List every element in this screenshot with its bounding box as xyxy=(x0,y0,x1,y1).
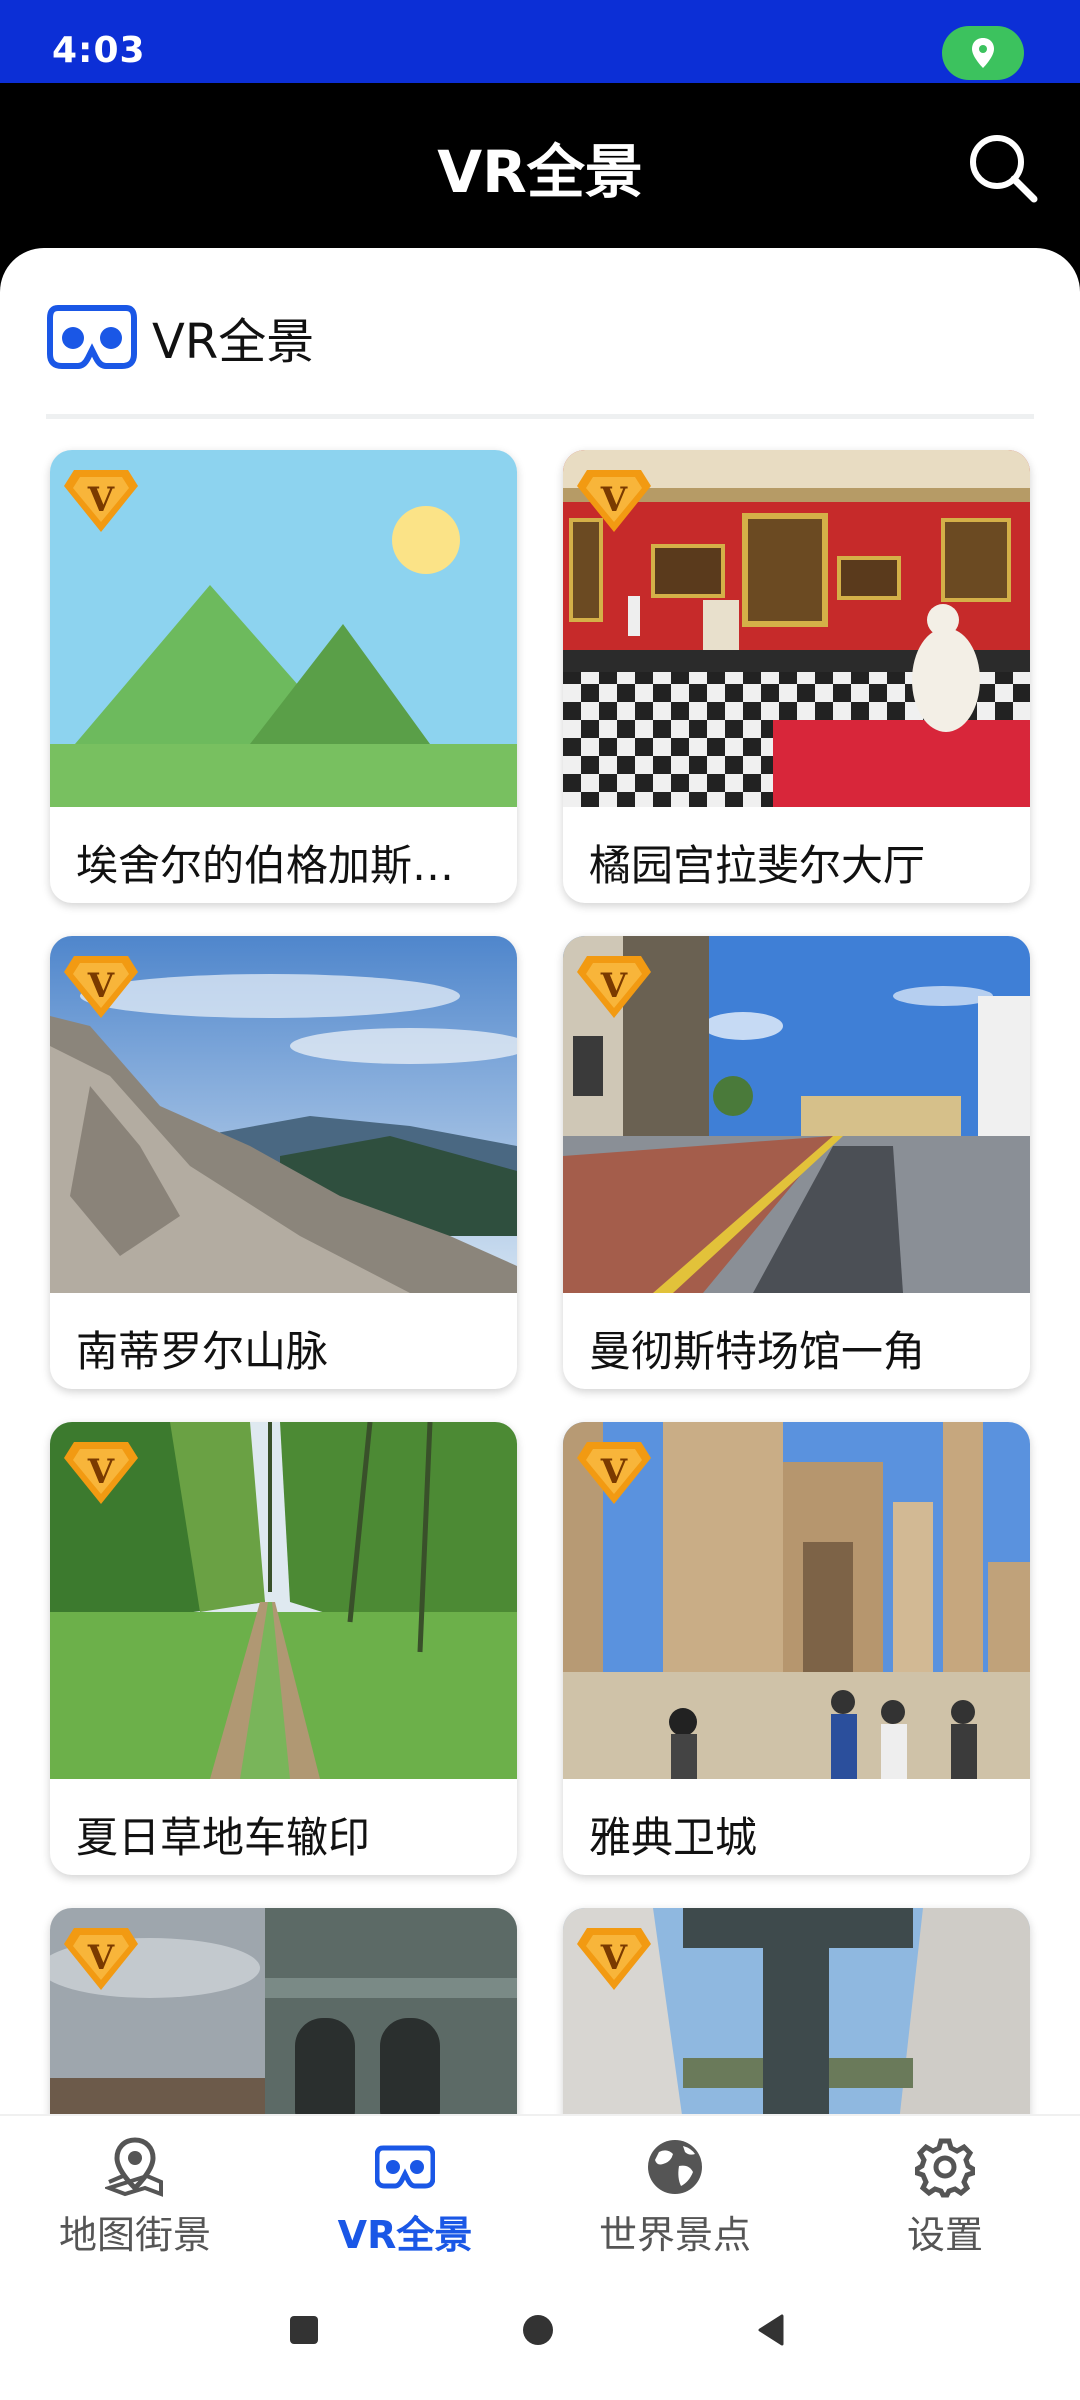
nav-label: VR全景 xyxy=(337,2213,473,2257)
section-header: VR全景 xyxy=(46,300,314,374)
svg-text:V: V xyxy=(87,480,115,520)
page-title: VR全景 xyxy=(437,138,643,206)
vr-goggles-icon xyxy=(47,305,137,369)
panorama-card[interactable]: V 橘园宫拉斐尔大厅 xyxy=(563,450,1030,903)
card-title: 夏日草地车辙印 xyxy=(76,1813,371,1862)
card-title: 埃舍尔的伯格加斯… xyxy=(76,841,455,890)
svg-text:V: V xyxy=(87,1452,115,1492)
vip-badge-icon: V xyxy=(64,1928,138,1990)
card-title: 曼彻斯特场馆一角 xyxy=(589,1327,926,1376)
map-pin-icon xyxy=(105,2137,163,2197)
panorama-card[interactable]: V 夏日草地车辙印 xyxy=(50,1422,517,1875)
card-title: 雅典卫城 xyxy=(589,1813,758,1862)
divider xyxy=(46,414,1034,419)
card-title: 橘园宫拉斐尔大厅 xyxy=(589,841,926,890)
vr-goggles-icon xyxy=(375,2145,435,2189)
nav-item-world-attractions[interactable]: 世界景点 xyxy=(540,2116,810,2266)
gear-icon xyxy=(915,2138,975,2198)
section-title: VR全景 xyxy=(152,314,315,370)
panorama-card[interactable]: V 南蒂罗尔山脉 xyxy=(50,936,517,1389)
vip-badge-icon: V xyxy=(64,470,138,532)
card-title: 南蒂罗尔山脉 xyxy=(76,1327,329,1376)
nav-item-map-streetview[interactable]: 地图街景 xyxy=(0,2116,270,2266)
panorama-card[interactable]: V xyxy=(50,1908,517,2114)
vip-badge-icon: V xyxy=(577,956,651,1018)
nav-label: 地图街景 xyxy=(58,2213,211,2257)
home-button[interactable] xyxy=(518,2310,558,2350)
vip-badge-icon: V xyxy=(577,1442,651,1504)
svg-text:V: V xyxy=(87,966,115,1006)
panorama-card[interactable]: V 埃舍尔的伯格加斯… xyxy=(50,450,517,903)
location-icon xyxy=(972,38,994,68)
vip-badge-icon: V xyxy=(577,470,651,532)
main-content[interactable]: VR全景 V 埃舍尔的伯格加斯… V 橘园宫拉斐尔大厅 V 南蒂罗尔山脉 V 曼… xyxy=(0,248,1080,2114)
nav-label: 设置 xyxy=(906,2213,983,2257)
svg-text:V: V xyxy=(600,1938,628,1978)
system-nav-bar xyxy=(0,2264,1080,2400)
svg-text:V: V xyxy=(600,480,628,520)
location-indicator xyxy=(942,26,1024,80)
back-button[interactable] xyxy=(752,2310,792,2350)
vip-badge-icon: V xyxy=(64,1442,138,1504)
globe-icon xyxy=(648,2140,702,2194)
panorama-card[interactable]: V 曼彻斯特场馆一角 xyxy=(563,936,1030,1389)
nav-item-vr-panorama[interactable]: VR全景 xyxy=(270,2116,540,2266)
app-bar: VR全景 xyxy=(0,83,1080,250)
panorama-card[interactable]: V xyxy=(563,1908,1030,2114)
panorama-card[interactable]: V 雅典卫城 xyxy=(563,1422,1030,1875)
recent-apps-button[interactable] xyxy=(284,2310,324,2350)
nav-label: 世界景点 xyxy=(598,2213,751,2257)
svg-text:V: V xyxy=(600,966,628,1006)
svg-text:V: V xyxy=(600,1452,628,1492)
vip-badge-icon: V xyxy=(64,956,138,1018)
search-icon[interactable] xyxy=(966,131,1040,205)
nav-item-settings[interactable]: 设置 xyxy=(810,2116,1080,2266)
bottom-nav: 地图街景 VR全景 世界景点 设置 xyxy=(0,2114,1080,2264)
status-bar: 4:03 xyxy=(0,0,1080,83)
vip-badge-icon: V xyxy=(577,1928,651,1990)
svg-text:V: V xyxy=(87,1938,115,1978)
status-time: 4:03 xyxy=(52,30,146,71)
